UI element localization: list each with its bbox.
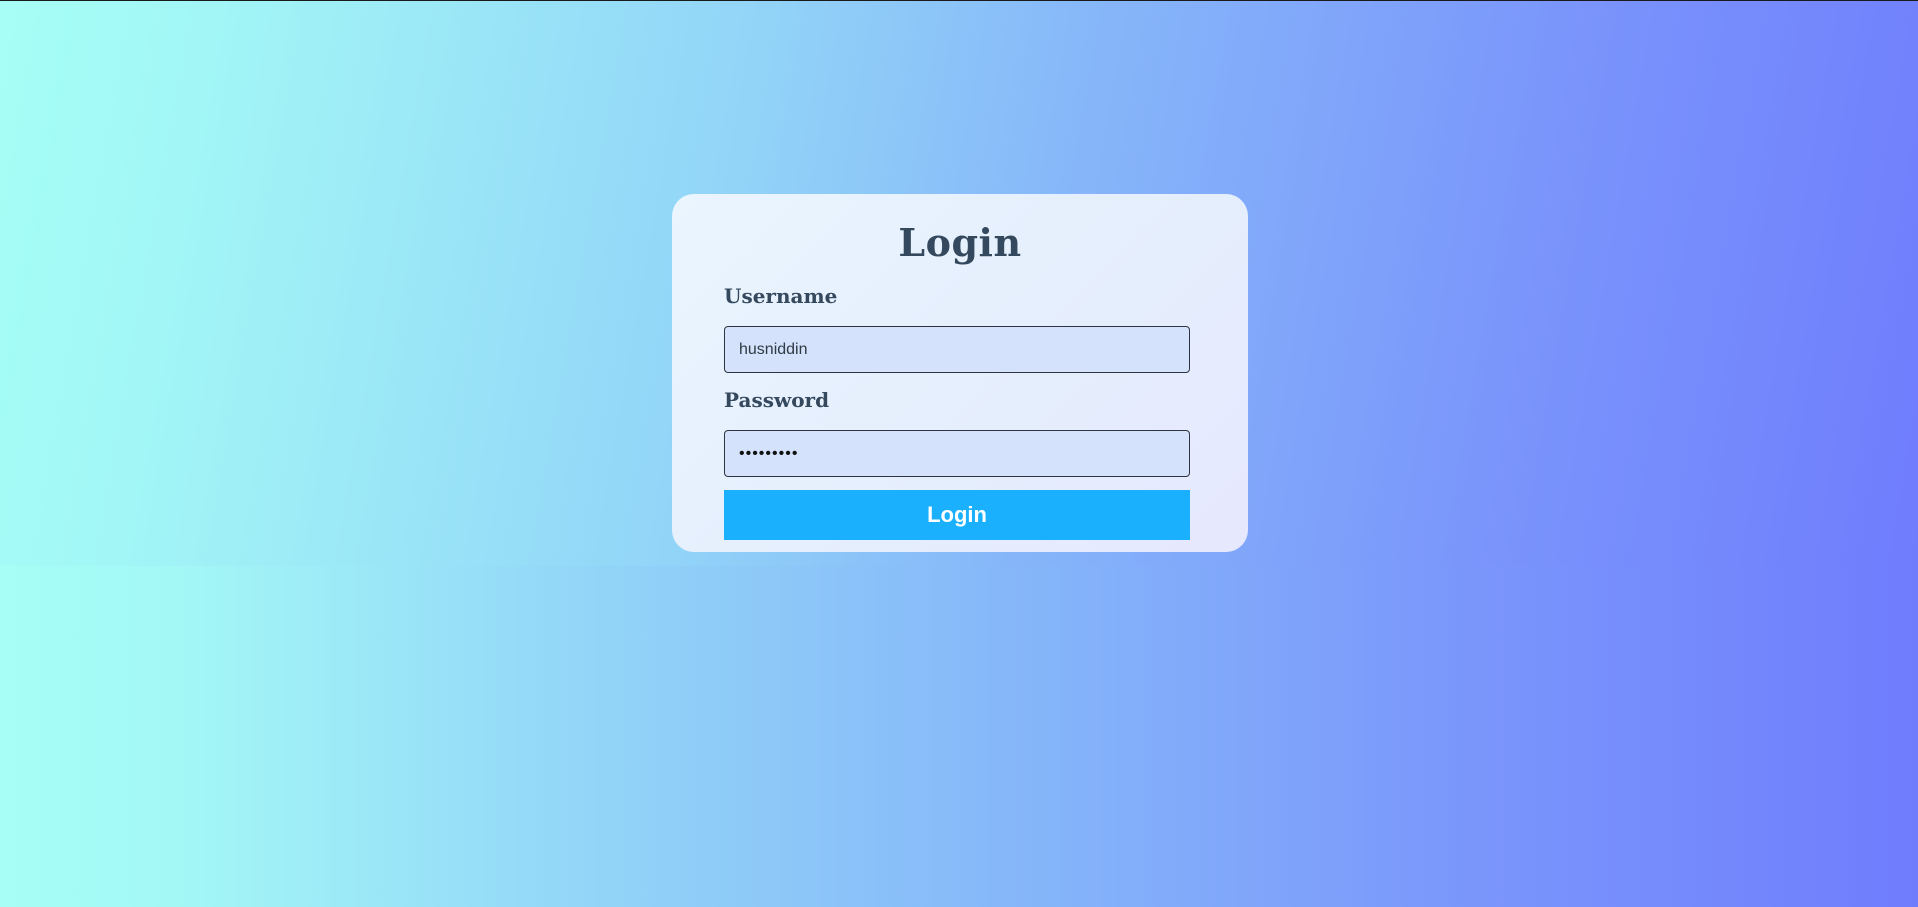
username-input[interactable] <box>724 326 1190 373</box>
page-background-bottom <box>0 566 1918 907</box>
password-label: Password <box>724 388 830 412</box>
login-button[interactable]: Login <box>724 490 1190 540</box>
username-label: Username <box>724 284 838 308</box>
password-input[interactable] <box>724 430 1190 477</box>
login-title: Login <box>898 220 1022 265</box>
login-card: Login Username Password Login <box>672 194 1248 552</box>
